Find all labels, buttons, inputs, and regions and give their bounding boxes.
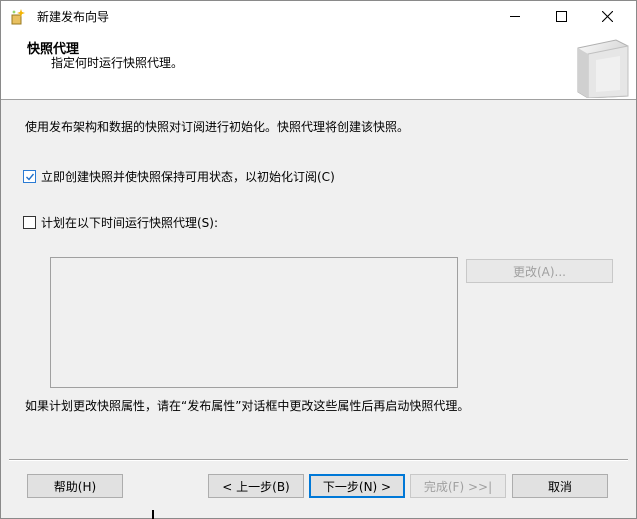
page-description: 使用发布架构和数据的快照对订阅进行初始化。快照代理将创建该快照。: [25, 120, 410, 134]
help-button[interactable]: 帮助(H): [27, 474, 123, 498]
footer-divider-highlight: [9, 460, 628, 461]
window-title: 新建发布向导: [37, 10, 110, 24]
snapshot-properties-note: 如果计划更改快照属性，请在“发布属性”对话框中更改这些属性后再启动快照代理。: [25, 399, 470, 413]
next-button[interactable]: 下一步(N) >: [309, 474, 405, 498]
title-bar: 新建发布向导: [1, 1, 636, 31]
close-icon: [601, 10, 613, 22]
close-button[interactable]: [584, 1, 630, 31]
cancel-button[interactable]: 取消: [512, 474, 608, 498]
wizard-banner-icon: [572, 38, 630, 99]
minimize-icon: [510, 15, 520, 17]
immediate-snapshot-option[interactable]: 立即创建快照并使快照保持可用状态，以初始化订阅(C): [23, 168, 335, 185]
wizard-header: 快照代理 指定何时运行快照代理。: [1, 31, 636, 100]
change-schedule-button[interactable]: 更改(A)...: [466, 259, 613, 283]
schedule-snapshot-label: 计划在以下时间运行快照代理(S):: [41, 216, 219, 230]
previous-button[interactable]: < 上一步(B): [208, 474, 304, 498]
maximize-button[interactable]: [538, 1, 584, 31]
wizard-window: 新建发布向导 快照代理 指定何时运行快照代理。 使用发布架构和数据的快照对订阅进…: [0, 0, 637, 519]
checkmark-icon: [25, 173, 34, 181]
immediate-snapshot-checkbox[interactable]: [23, 170, 36, 183]
immediate-snapshot-label: 立即创建快照并使快照保持可用状态，以初始化订阅(C): [41, 170, 335, 184]
finish-button[interactable]: 完成(F) >>|: [410, 474, 506, 498]
maximize-icon: [555, 10, 567, 22]
schedule-snapshot-checkbox[interactable]: [23, 216, 36, 229]
page-subtitle: 指定何时运行快照代理。: [51, 56, 184, 70]
schedule-snapshot-option[interactable]: 计划在以下时间运行快照代理(S):: [23, 214, 218, 231]
minimize-button[interactable]: [492, 1, 538, 31]
background-divider-line: [152, 510, 154, 519]
wizard-app-icon: [9, 7, 27, 25]
schedule-description-box: [50, 257, 458, 388]
